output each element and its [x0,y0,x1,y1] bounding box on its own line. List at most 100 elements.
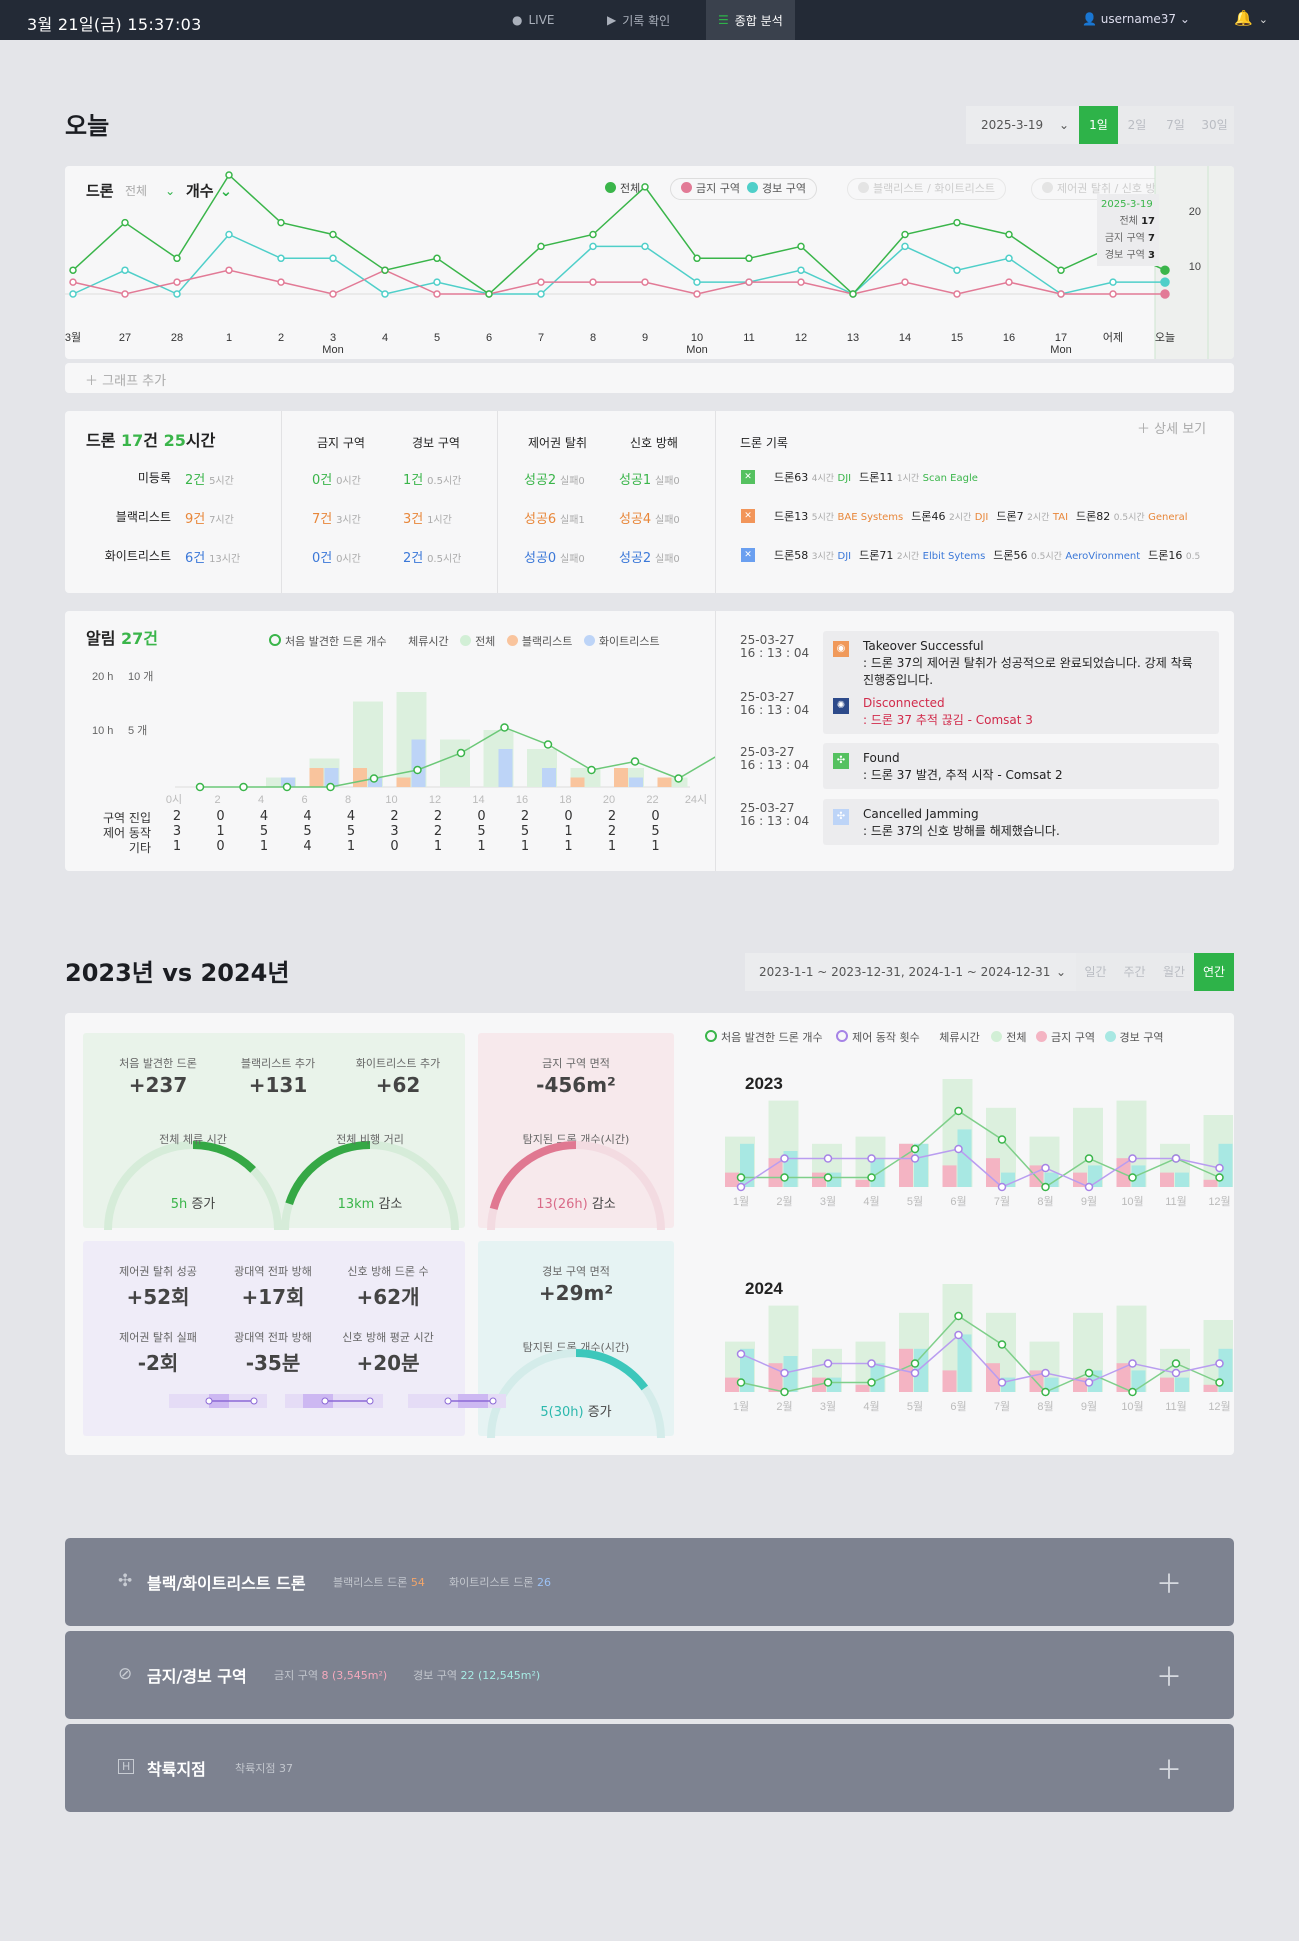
range-30d[interactable]: 30일 [1195,106,1234,144]
x-tick: 0시 [166,794,182,806]
table-cell: 2 [433,824,443,839]
data-point [693,254,701,263]
x-tick: 12월 [1208,1400,1230,1413]
plus-icon[interactable]: ＋ [1156,1750,1182,1787]
gauge-label: 전체 체류 시간 [159,1133,227,1146]
stat-label: 신호 방해 드론 수 [347,1265,429,1278]
data-point [1128,1359,1137,1368]
data-point [225,171,233,179]
period-monthly[interactable]: 월간 [1154,953,1194,991]
x-tick: 12 [429,794,441,806]
bar-ban [1203,1384,1218,1392]
table-cell: 2 [607,809,617,824]
period-daily[interactable]: 일간 [1076,953,1115,991]
record-list[interactable]: 드론63 4시간 DJI 드론11 1시간 Scan Eagle [774,469,1234,485]
compare-title: 2023년 vs 2024년 [65,959,290,987]
row-takeover: 성공0 실패0 [524,551,585,566]
data-point [693,290,701,298]
row-label: 미등록 [137,471,171,485]
x-tick: 4 [382,332,388,344]
data-point [69,278,77,286]
stat-label: 제어권 탈취 실패 [119,1331,197,1344]
x-subtick: Mon [1050,344,1071,356]
data-point [381,266,389,274]
table-cell: 5 [346,824,356,839]
x-tick: 2월 [776,1195,792,1208]
data-point [1005,230,1013,239]
detail-button[interactable]: ＋ 상세 보기 [1137,418,1206,437]
table-cell: 0 [390,839,399,854]
x-subtick: Mon [686,344,707,356]
data-point [901,278,909,286]
data-point [910,1144,920,1154]
chevron-down-icon: ⌄ [1055,965,1066,979]
bar-white [498,749,513,787]
period-weekly[interactable]: 주간 [1115,953,1154,991]
log-entry[interactable]: ✺ Disconnected: 드론 37 추적 끊김 - Comsat 3 [823,688,1219,734]
accordion-landing[interactable]: H 착륙지점 착륙지점 37 ＋ [65,1724,1234,1812]
data-point [121,290,129,298]
nav-analysis[interactable]: ☰ 종합 분석 [706,0,795,40]
x-tick: 1월 [733,1195,749,1208]
log-time: 25-03-27 16 : 13 : 04 [740,801,810,828]
data-point [693,278,701,286]
data-point [736,1349,746,1359]
nav-live[interactable]: ● LIVE [512,0,555,40]
log-entry[interactable]: ✣ Cancelled Jamming: 드론 37의 신호 방해를 해제했습니… [823,799,1219,845]
series-line [72,173,1166,296]
table-cell: 1 [520,839,530,854]
data-point [901,242,909,251]
x-tick: 3월 [820,1195,836,1208]
add-graph-button[interactable]: ＋ 그래프 추가 [65,363,1234,393]
data-point [953,266,961,274]
range-7d[interactable]: 7일 [1156,106,1195,144]
accordion-zones[interactable]: ⊘ 금지/경보 구역 금지 구역 8 (3,545m²) 경보 구역 22 (1… [65,1631,1234,1719]
row-label: 블랙리스트 [115,510,171,524]
user-menu[interactable]: 👤 username37 ⌄ [1082,12,1190,26]
data-point [1215,1163,1224,1173]
y-tick: 10 [1189,261,1201,273]
data-point [641,278,649,286]
data-point [797,266,805,274]
range-1d[interactable]: 1일 [1079,106,1118,144]
plus-icon[interactable]: ＋ [1156,1564,1182,1601]
table-row-label: 기타 [128,841,151,855]
data-point [277,254,285,263]
header-warn: 경보 구역 [412,436,460,450]
x-tick: 7 [538,332,544,344]
period-yearly[interactable]: 연간 [1194,953,1234,991]
nav-records[interactable]: ▶ 기록 확인 [607,0,670,40]
x-tick: 8 [590,332,596,344]
data-point [797,278,805,286]
prohibited-icon: ⊘ [118,1664,133,1684]
x-tick: 1 [226,332,232,344]
x-tick: 6월 [950,1400,966,1413]
row-warn: 1건 0.5시간 [403,473,462,488]
compare-range-select[interactable]: 2023-1-1 ~ 2023-12-31, 2024-1-1 ~ 2024-1… [745,953,1076,991]
record-list[interactable]: 드론58 3시간 DJI 드론71 2시간 Elbit Sytems 드론56 0.… [774,547,1234,563]
bell-icon[interactable]: 🔔 ⌄ [1234,9,1268,27]
plus-icon[interactable]: ＋ [1156,1657,1182,1694]
data-point [954,1330,963,1340]
bar-white [629,777,643,787]
accordion-lists[interactable]: ✣ 블랙/화이트리스트 드론 블랙리스트 드론 54 화이트리스트 드론 26 … [65,1538,1234,1626]
first-seen-point [630,757,640,766]
data-point [485,290,493,298]
table-cell: 4 [303,809,312,824]
bar-ban [725,1172,739,1187]
bar-ban [855,1384,870,1392]
date-select[interactable]: 2025-3-19 ⌄ [966,106,1079,144]
data-point [901,230,909,239]
range-2d[interactable]: 2일 [1118,106,1156,144]
x-tick: 5 [434,332,440,344]
data-point [1084,1368,1094,1378]
table-cell: 5 [303,824,312,839]
stat-label: 화이트리스트 추가 [355,1057,441,1070]
data-point [1041,1387,1050,1397]
range-handle [250,1397,258,1405]
log-entry[interactable]: ✣ Found: 드론 37 발견, 추적 시작 - Comsat 2 [823,743,1219,789]
bar-ban [1160,1377,1174,1392]
y-tick: 20 h [92,671,113,683]
data-point [173,278,181,286]
record-list[interactable]: 드론13 5시간 BAE Systems 드론46 2시간 DJI 드론7 2시간 … [774,508,1234,524]
